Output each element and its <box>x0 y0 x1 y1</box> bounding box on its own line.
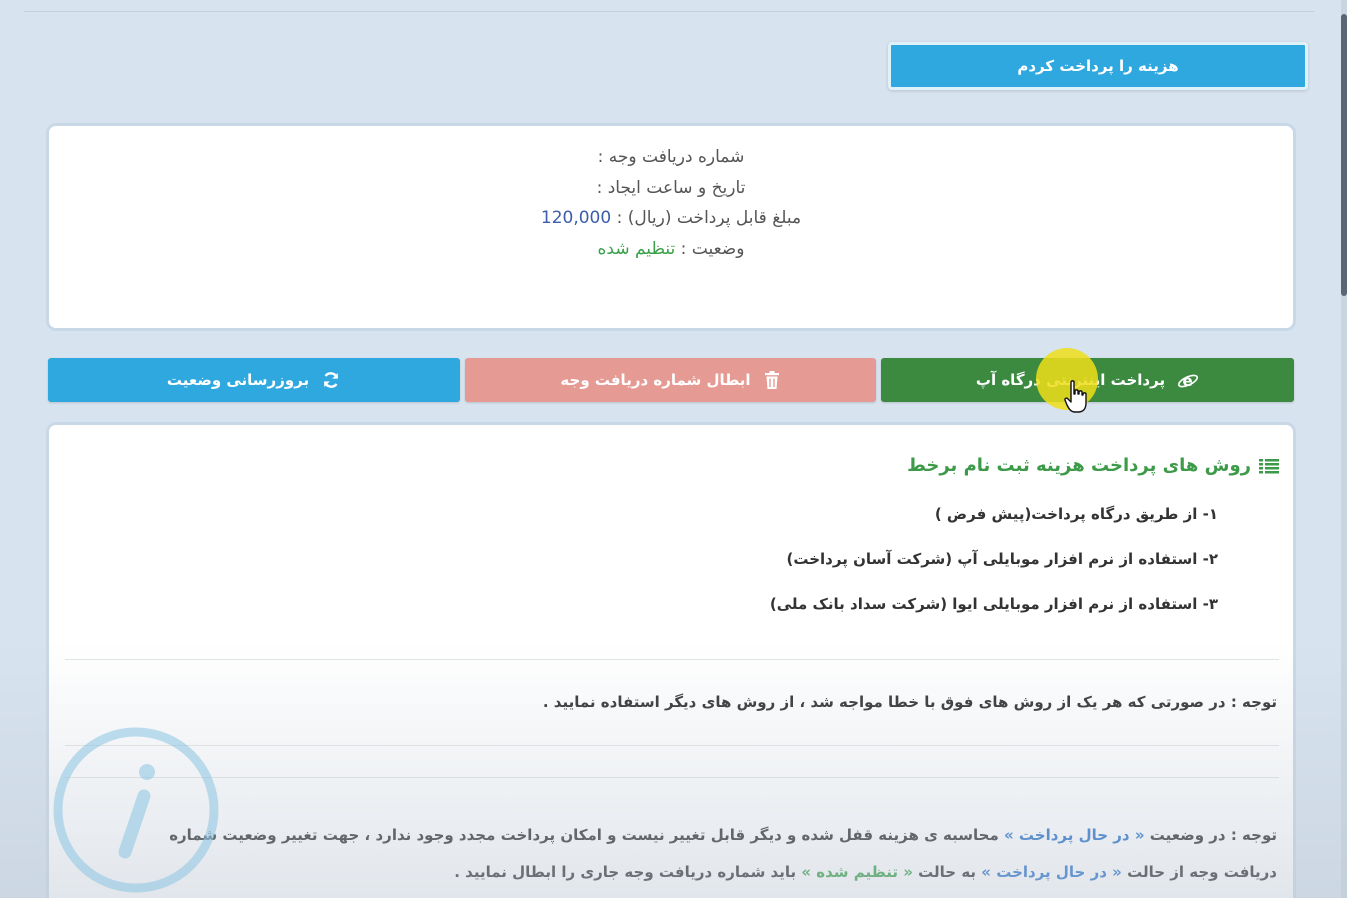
payment-info-panel: شماره دریافت وجه : تاریخ و ساعت ایجاد : … <box>46 123 1296 331</box>
scrollbar[interactable] <box>1341 0 1347 898</box>
note-status-change: توجه : در وضعیت « در حال پرداخت » محاسبه… <box>117 817 1277 891</box>
note-text: توجه : در وضعیت <box>1144 826 1277 844</box>
internet-explorer-icon: e <box>1178 372 1199 390</box>
status-set-text: « تنظیم شده » <box>801 863 913 881</box>
top-divider <box>24 11 1314 12</box>
divider <box>65 745 1279 746</box>
created-datetime-row: تاریخ و ساعت ایجاد : <box>49 173 1293 204</box>
cancel-receipt-button[interactable]: ابطال شماره دریافت وجه <box>465 358 876 402</box>
payment-methods-title-text: روش های پرداخت هزینه ثبت نام برخط <box>907 455 1251 476</box>
note-fallback: توجه : در صورتی که هر یک از روش های فوق … <box>542 693 1277 711</box>
hand-cursor-icon <box>1064 380 1087 413</box>
status-label: وضعیت : <box>680 238 745 259</box>
note-text: به حالت <box>912 863 982 881</box>
trash-icon <box>764 371 779 389</box>
refresh-status-label: بروزرسانی وضعیت <box>166 371 310 389</box>
receipt-number-label: شماره دریافت وجه : <box>597 147 745 167</box>
divider <box>65 659 1279 660</box>
created-datetime-label: تاریخ و ساعت ایجاد : <box>596 177 746 198</box>
divider <box>65 777 1279 778</box>
list-icon <box>1259 458 1279 473</box>
note-text: باید شماره دریافت وجه جاری را ابطال نمای… <box>454 863 802 881</box>
page: هزینه را پرداخت کردم شماره دریافت وجه : … <box>0 0 1347 898</box>
receipt-number-row: شماره دریافت وجه : <box>49 142 1293 173</box>
method-item: ۳- استفاده از نرم افزار موبایلی ایوا (شر… <box>769 595 1218 613</box>
info-icon <box>53 727 219 893</box>
status-row: وضعیت : تنظیم شده <box>49 234 1293 265</box>
method-item: ۱- از طریق درگاه پرداخت(پیش فرض ) <box>934 505 1218 523</box>
cancel-receipt-label: ابطال شماره دریافت وجه <box>560 371 751 389</box>
status-paying-text: « در حال پرداخت » <box>1003 826 1145 844</box>
amount-label: مبلغ قابل پرداخت (ریال) : <box>616 208 802 228</box>
status-value: تنظیم شده <box>597 238 676 259</box>
scrollbar-thumb[interactable] <box>1341 14 1347 296</box>
payment-methods-title: روش های پرداخت هزینه ثبت نام برخط <box>907 455 1279 476</box>
status-paying-text: « در حال پرداخت » <box>981 863 1122 881</box>
action-buttons: بروزرسانی وضعیت ابطال شماره دریافت وجه پ… <box>0 358 1347 402</box>
svg-text:e: e <box>1183 372 1193 390</box>
amount-row: مبلغ قابل پرداخت (ریال) : 120,000 <box>49 203 1293 234</box>
paid-button[interactable]: هزینه را پرداخت کردم <box>888 42 1308 90</box>
payment-methods-panel: روش های پرداخت هزینه ثبت نام برخط ۱- از … <box>46 422 1296 898</box>
refresh-status-button[interactable]: بروزرسانی وضعیت <box>48 358 460 402</box>
amount-value: 120,000 <box>540 208 612 228</box>
method-item: ۲- استفاده از نرم افزار موبایلی آپ (شرکت… <box>786 550 1219 568</box>
refresh-icon <box>323 372 339 388</box>
